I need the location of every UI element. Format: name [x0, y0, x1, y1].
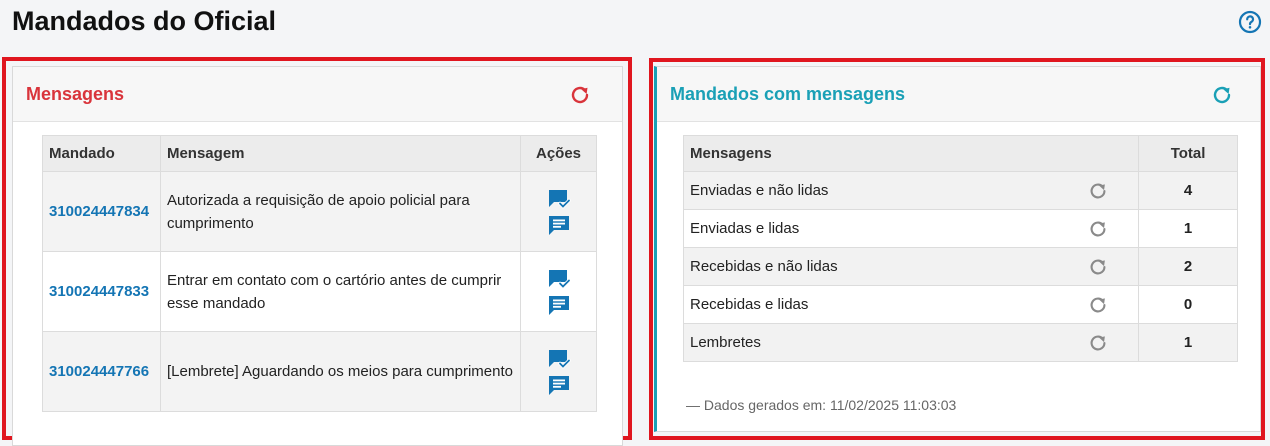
table-row: Recebidas e lidas 0 [682, 285, 1238, 324]
refresh-icon[interactable] [1087, 294, 1109, 316]
refresh-icon[interactable] [1087, 180, 1109, 202]
messages-table: Mandado Mensagem Ações 310024447834 Auto… [42, 135, 597, 412]
summary-label: Enviadas e não lidas [690, 182, 829, 199]
mandado-link[interactable]: 310024447834 [49, 203, 149, 220]
mark-read-icon[interactable] [547, 268, 571, 290]
mark-read-icon[interactable] [547, 348, 571, 370]
help-icon[interactable] [1238, 10, 1262, 34]
table-row: 310024447833 Entrar em contato com o car… [42, 251, 597, 332]
col-mandado: Mandado [42, 135, 161, 172]
table-row: Recebidas e não lidas 2 [682, 247, 1238, 286]
page-title: Mandados do Oficial [12, 6, 277, 36]
summary-total: 0 [1138, 285, 1238, 324]
table-row: Lembretes 1 [682, 323, 1238, 362]
mandado-link[interactable]: 310024447766 [49, 363, 149, 380]
summary-panel-header: Mandados com mensagens [657, 67, 1260, 122]
mark-read-icon[interactable] [547, 188, 571, 210]
refresh-icon[interactable] [568, 83, 592, 107]
message-text: Entrar em contato com o cartório antes d… [159, 251, 522, 332]
table-row: 310024447766 [Lembrete] Aguardando os me… [42, 331, 597, 412]
refresh-icon[interactable] [1210, 83, 1234, 107]
message-icon[interactable] [547, 294, 571, 316]
summary-panel-title: Mandados com mensagens [670, 84, 906, 104]
summary-label: Recebidas e não lidas [690, 258, 838, 275]
message-text: Autorizada a requisição de apoio policia… [159, 171, 522, 252]
generated-at-note: — Dados gerados em: 11/02/2025 11:03:03 [686, 397, 957, 413]
table-row: Enviadas e lidas 1 [682, 209, 1238, 248]
refresh-icon[interactable] [1087, 218, 1109, 240]
table-row: Enviadas e não lidas 4 [682, 171, 1238, 210]
messages-panel: Mensagens Mandado Mensagem Ações 3100244… [12, 66, 623, 446]
summary-label: Recebidas e lidas [690, 296, 809, 313]
summary-label: Lembretes [690, 334, 761, 351]
col-total: Total [1138, 135, 1238, 172]
col-mensagens: Mensagens [682, 135, 1140, 172]
col-mensagem: Mensagem [159, 135, 522, 172]
summary-total: 4 [1138, 171, 1238, 210]
refresh-icon[interactable] [1087, 256, 1109, 278]
summary-table: Mensagens Total Enviadas e não lidas 4 E… [682, 135, 1238, 362]
summary-panel: Mandados com mensagens Mensagens Total E… [654, 66, 1261, 432]
message-icon[interactable] [547, 374, 571, 396]
refresh-icon[interactable] [1087, 332, 1109, 354]
summary-label: Enviadas e lidas [690, 220, 800, 237]
messages-panel-header: Mensagens [13, 67, 622, 122]
table-row: 310024447834 Autorizada a requisição de … [42, 171, 597, 252]
col-acoes: Ações [520, 135, 597, 172]
mandado-link[interactable]: 310024447833 [49, 283, 149, 300]
messages-panel-title: Mensagens [26, 84, 125, 104]
message-icon[interactable] [547, 214, 571, 236]
summary-total: 1 [1138, 323, 1238, 362]
summary-total: 1 [1138, 209, 1238, 248]
summary-total: 2 [1138, 247, 1238, 286]
message-text: [Lembrete] Aguardando os meios para cump… [159, 331, 522, 412]
